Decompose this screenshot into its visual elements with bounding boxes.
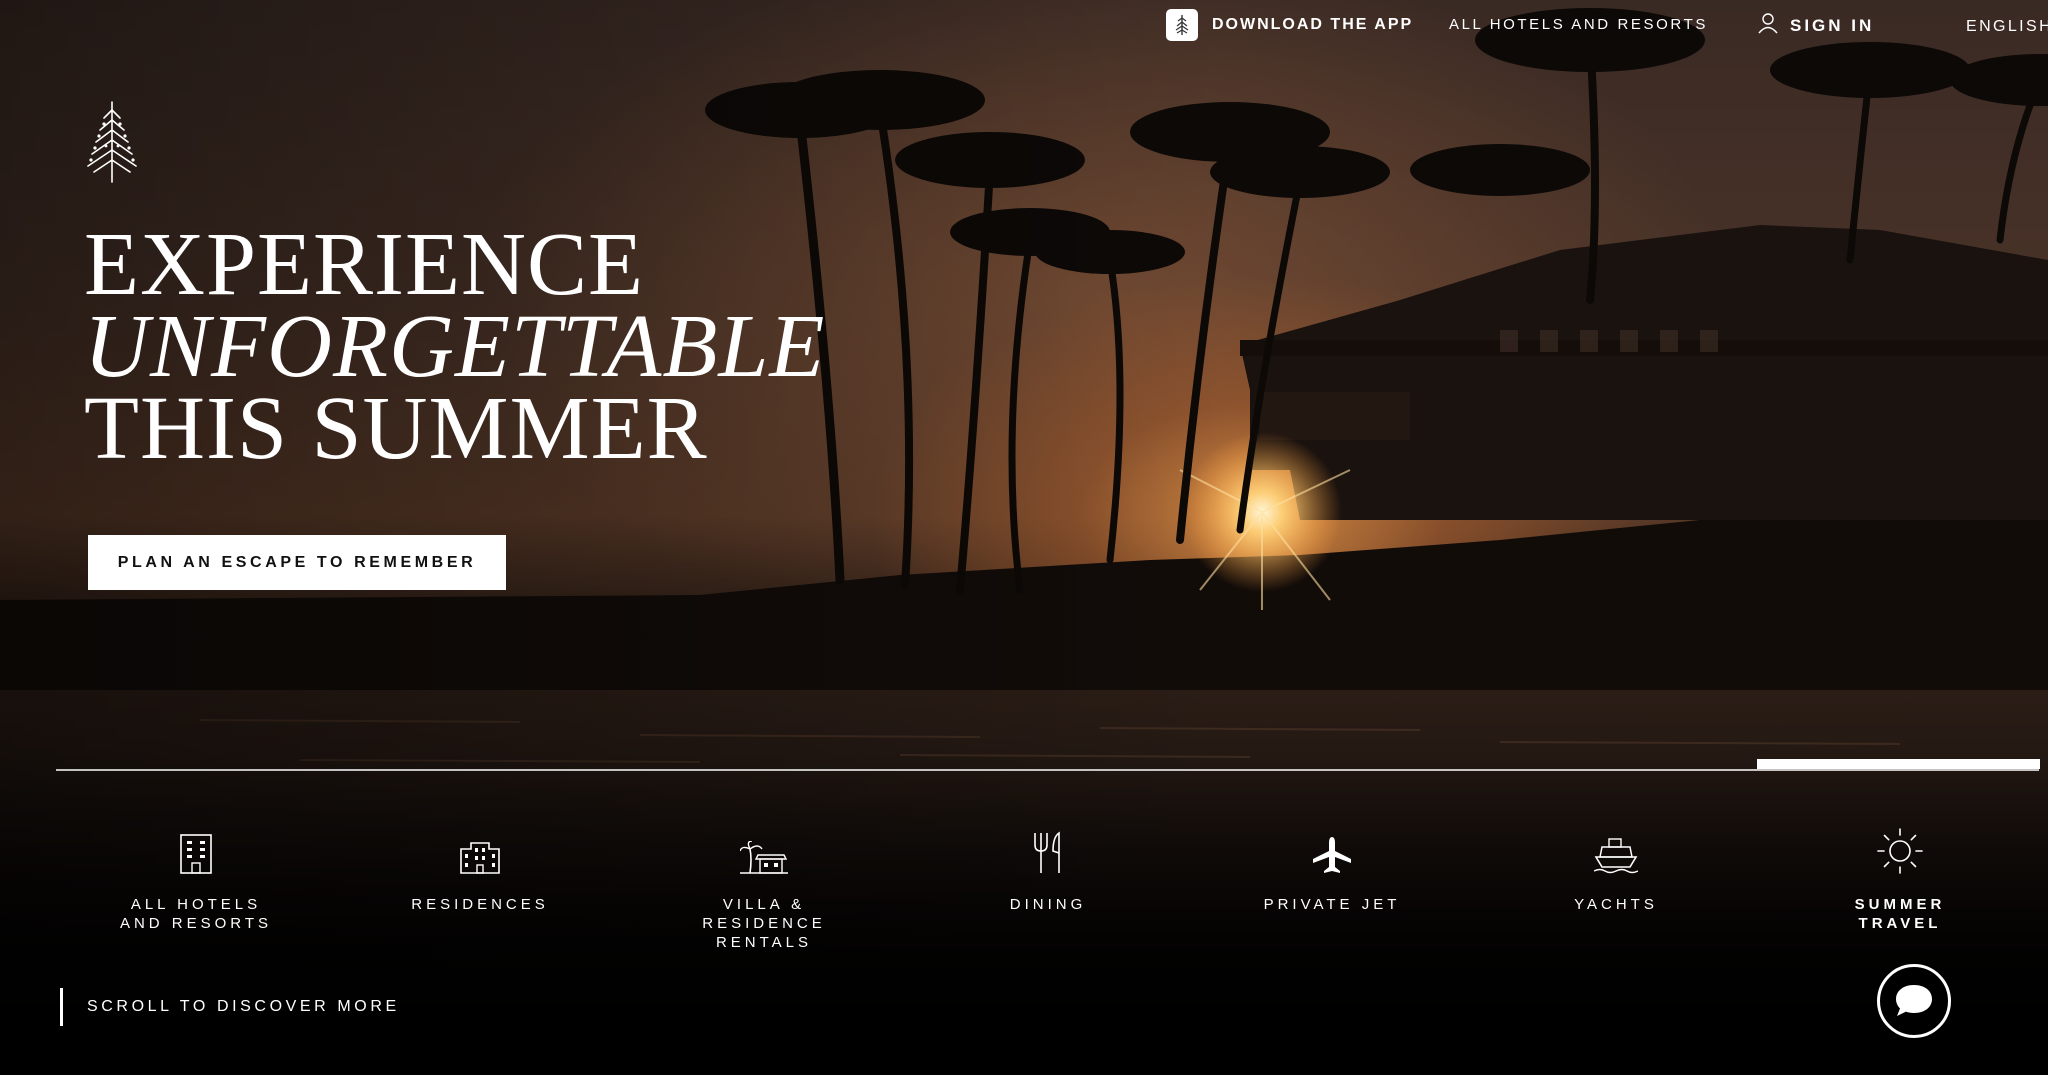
- headline-line-3: THIS SUMMER: [84, 379, 708, 478]
- category-label: ALL HOTELS AND RESORTS: [119, 896, 273, 932]
- residence-building-icon: [459, 815, 501, 875]
- category-private-jet[interactable]: PRIVATE JET: [1222, 815, 1442, 914]
- slide-progress-indicator[interactable]: [1757, 759, 2040, 769]
- chat-button[interactable]: [1877, 964, 1951, 1038]
- four-seasons-tree-logo-icon[interactable]: [84, 100, 140, 184]
- headline-line-1: EXPERIENCE: [84, 215, 644, 314]
- airplane-icon: [1311, 815, 1353, 875]
- hotel-building-icon: [178, 815, 214, 875]
- category-label: DINING: [1009, 896, 1087, 913]
- category-label: SUMMER TRAVEL: [1854, 896, 1946, 932]
- category-label: RESIDENCES: [411, 896, 549, 913]
- category-summer-travel[interactable]: SUMMER TRAVEL: [1790, 815, 2010, 933]
- yacht-icon: [1594, 815, 1638, 875]
- download-app-label: DOWNLOAD THE APP: [1212, 16, 1414, 33]
- top-nav: DOWNLOAD THE APP ALL HOTELS AND RESORTS …: [0, 0, 2048, 52]
- app-tree-icon: [1166, 9, 1198, 41]
- category-label: PRIVATE JET: [1263, 896, 1401, 913]
- sun-icon: [1876, 815, 1924, 875]
- category-villa-rentals[interactable]: VILLA & RESIDENCE RENTALS: [654, 815, 874, 952]
- villa-palm-icon: [740, 815, 788, 875]
- chat-bubble-icon: [1896, 985, 1932, 1016]
- language-selector[interactable]: ENGLISH: [1966, 18, 2048, 36]
- category-yachts[interactable]: YACHTS: [1506, 815, 1726, 914]
- headline-line-2: UNFORGETTABLE: [84, 297, 826, 396]
- scroll-hint[interactable]: SCROLL TO DISCOVER MORE: [60, 988, 400, 1026]
- category-label: VILLA & RESIDENCE RENTALS: [702, 896, 826, 951]
- scroll-hint-label: SCROLL TO DISCOVER MORE: [87, 998, 400, 1015]
- category-all-hotels[interactable]: ALL HOTELS AND RESORTS: [86, 815, 306, 933]
- category-nav: ALL HOTELS AND RESORTS RESIDENCES VILLA …: [56, 815, 2046, 955]
- category-residences[interactable]: RESIDENCES: [370, 815, 590, 914]
- scroll-indicator-bar: [60, 988, 63, 1026]
- download-app-link[interactable]: DOWNLOAD THE APP: [1166, 9, 1413, 41]
- user-icon: [1758, 12, 1778, 39]
- category-dining[interactable]: DINING: [938, 815, 1158, 914]
- hero-headline: EXPERIENCE UNFORGETTABLE THIS SUMMER: [84, 215, 826, 478]
- plan-escape-button[interactable]: PLAN AN ESCAPE TO REMEMBER: [88, 535, 506, 590]
- all-hotels-link[interactable]: ALL HOTELS AND RESORTS: [1449, 16, 1708, 33]
- sign-in-link[interactable]: SIGN IN: [1758, 12, 1874, 39]
- slide-progress-track: [56, 769, 2039, 771]
- category-label: YACHTS: [1574, 896, 1658, 913]
- sign-in-label: SIGN IN: [1790, 15, 1875, 35]
- fork-knife-icon: [1031, 815, 1065, 875]
